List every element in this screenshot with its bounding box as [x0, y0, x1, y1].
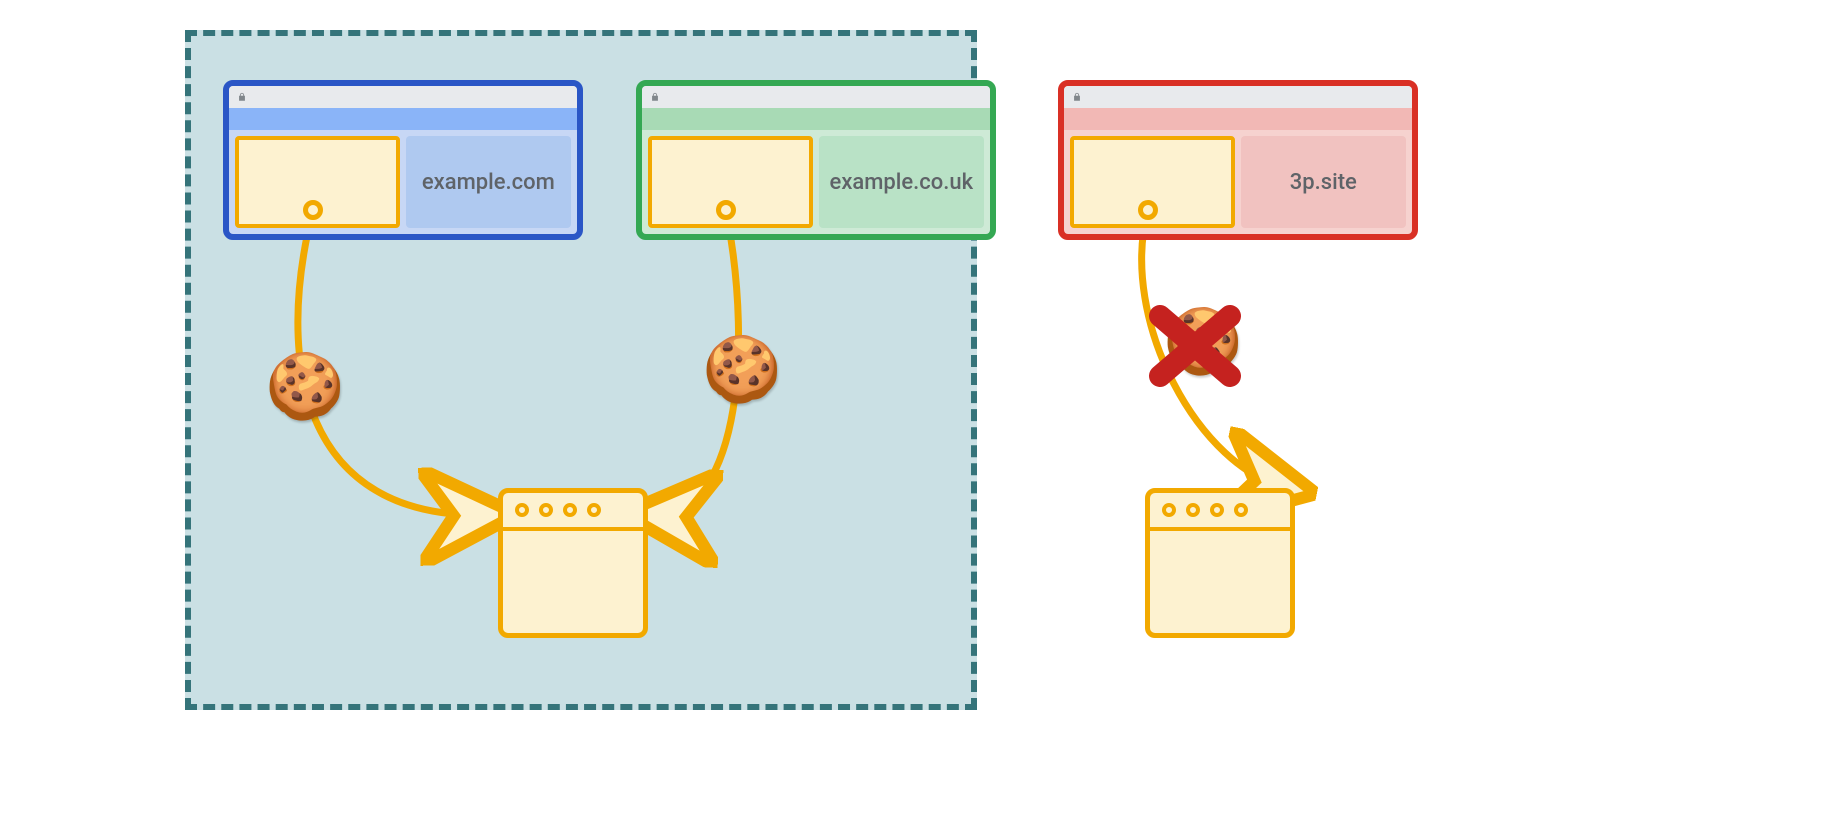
lock-icon — [1072, 92, 1082, 102]
browser-3p-toolbar — [1064, 108, 1412, 130]
browser-b: example.co.uk — [636, 80, 996, 240]
cookie-icon: 🍪 — [702, 338, 782, 402]
browser-3p-addressbar — [1064, 86, 1412, 108]
window-dot-icon — [1186, 503, 1200, 517]
window-dot-icon — [1162, 503, 1176, 517]
server-third-party — [1145, 488, 1295, 638]
browser-a-addressbar — [229, 86, 577, 108]
server-first-party — [498, 488, 648, 638]
lock-icon — [237, 92, 247, 102]
browser-b-domain-pane: example.co.uk — [819, 136, 984, 228]
server-first-party-titlebar — [503, 493, 643, 531]
browser-a-domain-pane: example.com — [406, 136, 571, 228]
window-dot-icon — [563, 503, 577, 517]
cookie-icon: 🍪 — [265, 355, 345, 419]
browser-a: example.com — [223, 80, 583, 240]
browser-3p: 3p.site — [1058, 80, 1418, 240]
browser-3p-domain-pane: 3p.site — [1241, 136, 1406, 228]
diagram-stage: example.com example.co.uk 3p.site — [0, 0, 1826, 820]
browser-a-domain-label: example.com — [422, 170, 555, 195]
browser-3p-domain-label: 3p.site — [1290, 170, 1357, 195]
window-dot-icon — [515, 503, 529, 517]
cookie-icon: 🍪 — [1163, 310, 1243, 374]
window-dot-icon — [539, 503, 553, 517]
anchor-ring-3p — [1138, 200, 1158, 220]
window-dot-icon — [1210, 503, 1224, 517]
browser-b-addressbar — [642, 86, 990, 108]
browser-b-domain-label: example.co.uk — [830, 170, 974, 195]
anchor-ring-b — [716, 200, 736, 220]
browser-b-toolbar — [642, 108, 990, 130]
lock-icon — [650, 92, 660, 102]
window-dot-icon — [587, 503, 601, 517]
browser-a-toolbar — [229, 108, 577, 130]
window-dot-icon — [1234, 503, 1248, 517]
anchor-ring-a — [303, 200, 323, 220]
server-third-party-titlebar — [1150, 493, 1290, 531]
